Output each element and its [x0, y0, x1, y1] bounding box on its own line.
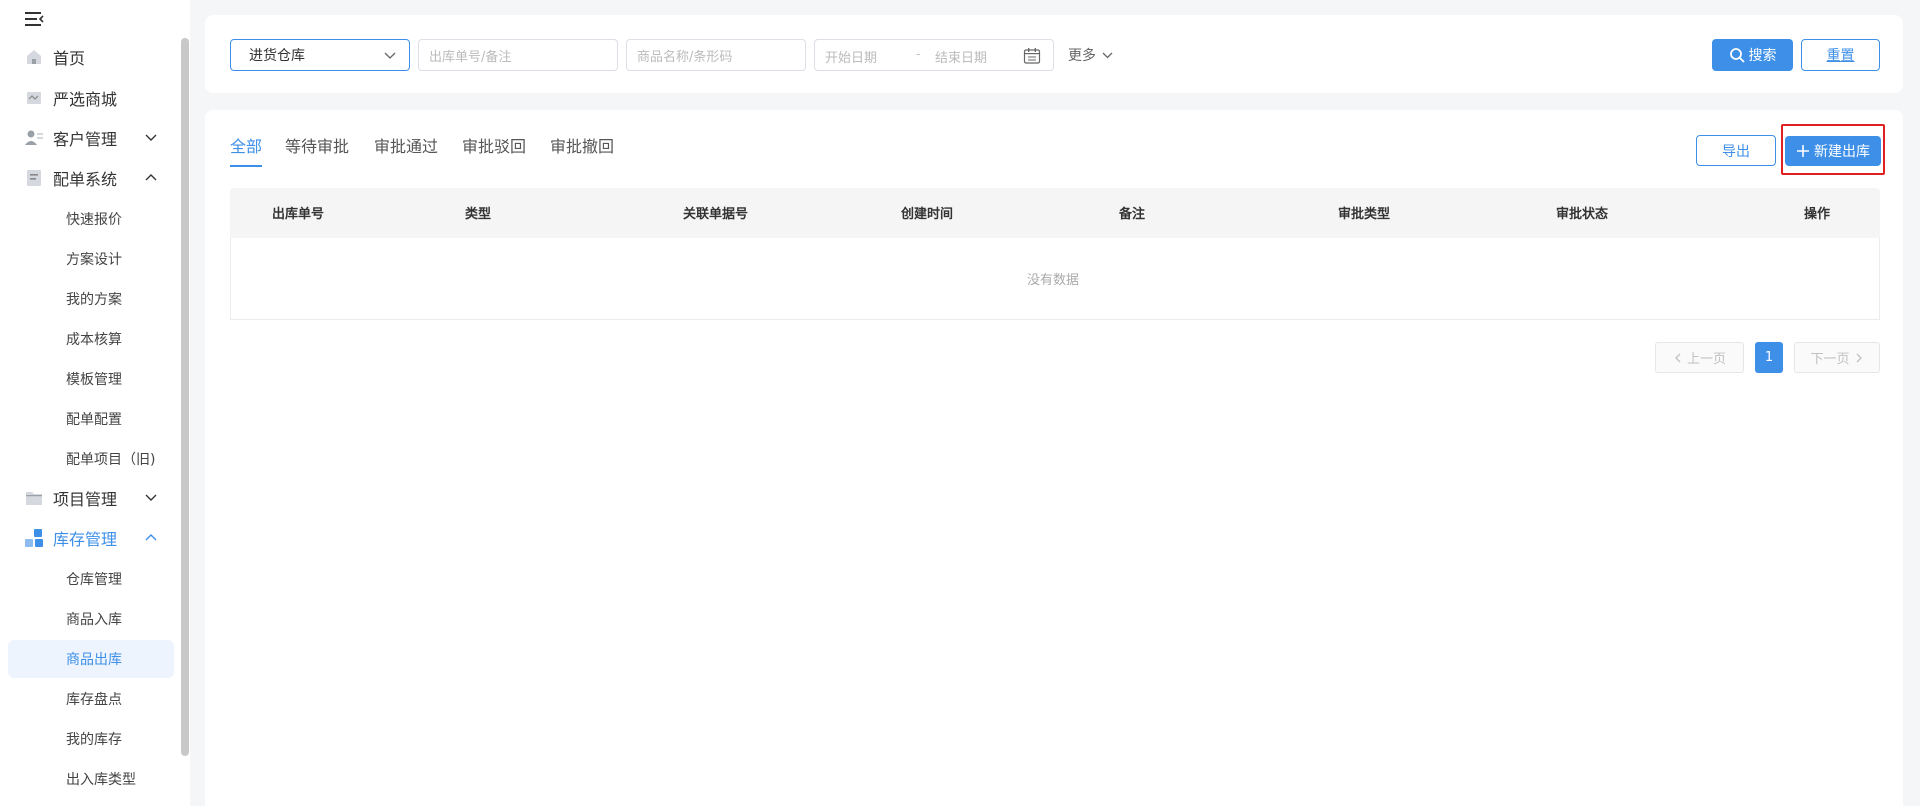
sidebar-item-label: 客户管理 [53, 130, 118, 149]
sidebar-subitem-my-plans[interactable]: 我的方案 [8, 280, 174, 318]
warehouse-select-value: 进货仓库 [249, 48, 305, 64]
more-filters-toggle[interactable]: 更多 [1068, 45, 1114, 65]
sidebar-subitem-my-inventory[interactable]: 我的库存 [8, 720, 174, 758]
sidebar-subitem-order-project-old[interactable]: 配单项目（旧) [8, 440, 174, 478]
chevron-down-icon [145, 494, 157, 501]
order-number-input[interactable]: 出库单号/备注 [418, 39, 618, 71]
tab-approved[interactable]: 审批通过 [374, 133, 438, 157]
end-date-placeholder: 结束日期 [935, 51, 988, 66]
folder-icon [24, 488, 44, 508]
reset-button[interactable]: 重置 [1801, 39, 1880, 71]
sidebar-scrollbar[interactable] [181, 38, 189, 756]
tab-withdrawn[interactable]: 审批撤回 [550, 133, 614, 157]
empty-table-message: 没有数据 [1027, 273, 1080, 288]
column-header[interactable]: 审批类型 [1338, 203, 1390, 222]
menu-collapse-icon[interactable] [24, 10, 46, 28]
more-filters-label: 更多 [1068, 48, 1096, 64]
tab-all[interactable]: 全部 [230, 133, 262, 157]
sidebar-subitem-goods-inbound[interactable]: 商品入库 [8, 600, 174, 638]
search-icon [1729, 48, 1745, 63]
product-search-placeholder: 商品名称/条形码 [637, 49, 733, 65]
active-tab-indicator [230, 165, 262, 167]
page-number-label: 1 [1764, 350, 1774, 365]
next-page-button[interactable]: 下一页 [1794, 342, 1880, 373]
sidebar-subitem-io-types[interactable]: 出入库类型 [8, 760, 174, 798]
product-search-input[interactable]: 商品名称/条形码 [626, 39, 806, 71]
sidebar-subitem-warehouse-management[interactable]: 仓库管理 [8, 560, 174, 598]
sidebar-subitem-goods-outbound[interactable]: 商品出库 [8, 640, 174, 678]
prev-page-button[interactable]: 上一页 [1655, 342, 1744, 373]
export-button[interactable]: 导出 [1696, 135, 1776, 166]
sidebar-item-label: 库存管理 [53, 530, 118, 549]
sidebar-subitem-template-management[interactable]: 模板管理 [8, 360, 174, 398]
customer-icon [24, 128, 44, 148]
sidebar-item-label: 严选商城 [53, 90, 118, 109]
chevron-left-icon [1675, 353, 1681, 362]
inventory-icon [24, 528, 44, 548]
column-header[interactable]: 创建时间 [901, 203, 953, 222]
chevron-down-icon [384, 52, 396, 59]
chevron-down-icon [1102, 52, 1113, 58]
warehouse-select[interactable]: 进货仓库 [230, 39, 410, 71]
sidebar-item-home[interactable]: 首页 [0, 39, 178, 75]
start-date-placeholder: 开始日期 [825, 51, 878, 66]
prev-page-label: 上一页 [1686, 352, 1726, 367]
column-header[interactable]: 操作 [1804, 203, 1830, 222]
chevron-up-icon [145, 174, 157, 181]
sidebar-item-mall[interactable]: 严选商城 [0, 80, 178, 116]
sidebar-item-inventory[interactable]: 库存管理 [0, 520, 178, 556]
sidebar-subitem-order-config[interactable]: 配单配置 [8, 400, 174, 438]
sidebar-subitem-stocktaking[interactable]: 库存盘点 [8, 680, 174, 718]
home-icon [24, 47, 44, 67]
column-header[interactable]: 类型 [465, 203, 491, 222]
sidebar-item-customer[interactable]: 客户管理 [0, 120, 178, 156]
chevron-right-icon [1856, 353, 1862, 362]
sidebar-subitem-quick-quote[interactable]: 快速报价 [8, 200, 174, 238]
sidebar-item-label: 项目管理 [53, 490, 118, 509]
sidebar-item-order-system[interactable]: 配单系统 [0, 160, 178, 196]
order-number-placeholder: 出库单号/备注 [429, 49, 512, 65]
next-page-label: 下一页 [1810, 352, 1850, 367]
date-separator: - [916, 47, 921, 61]
column-header[interactable]: 出库单号 [272, 203, 324, 222]
export-button-label: 导出 [1722, 143, 1750, 160]
tab-rejected[interactable]: 审批驳回 [462, 133, 526, 157]
sidebar: 首页 严选商城 客户管理 配单系统 快速报价 方案设计 我的方案 成本核算 模板… [0, 0, 190, 806]
highlight-annotation [1781, 124, 1885, 175]
sidebar-subitem-plan-design[interactable]: 方案设计 [8, 240, 174, 278]
page-number-current[interactable]: 1 [1755, 342, 1783, 373]
sidebar-subitem-cost-accounting[interactable]: 成本核算 [8, 320, 174, 358]
tab-pending-approval[interactable]: 等待审批 [285, 133, 349, 157]
sidebar-item-label: 配单系统 [53, 170, 118, 189]
sidebar-item-label: 首页 [53, 49, 86, 68]
order-icon [24, 168, 44, 188]
calendar-icon [1023, 48, 1041, 64]
column-header[interactable]: 备注 [1119, 203, 1145, 222]
column-header[interactable]: 关联单据号 [683, 203, 748, 222]
search-button-label: 搜索 [1748, 48, 1777, 64]
search-button[interactable]: 搜索 [1712, 39, 1793, 71]
reset-button-label: 重置 [1826, 48, 1855, 64]
date-range-picker[interactable]: 开始日期 - 结束日期 [814, 39, 1054, 71]
mall-icon [24, 88, 44, 108]
chevron-up-icon [145, 534, 157, 541]
chevron-down-icon [145, 134, 157, 141]
sidebar-item-project[interactable]: 项目管理 [0, 480, 178, 516]
column-header[interactable]: 审批状态 [1556, 203, 1608, 222]
